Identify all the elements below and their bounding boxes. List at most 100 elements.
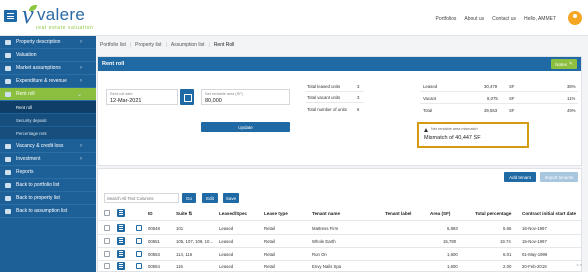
table-cell-start: 20-Feb-2019 xyxy=(522,264,547,269)
investment-icon xyxy=(5,157,11,162)
nav-about-us[interactable]: About us xyxy=(464,16,484,22)
stat-value: 3 xyxy=(357,95,360,100)
table-cell-type: Retail xyxy=(264,239,275,244)
table-cell-area: 1,600 xyxy=(447,264,458,269)
breadcrumb-assumption-list[interactable]: Assumption list xyxy=(171,42,205,48)
column-header-suite[interactable]: Suite ⇅ xyxy=(176,211,192,217)
building-icon xyxy=(5,40,11,45)
net-rentable-area-field[interactable]: Net rentable area (SF) 80,000 xyxy=(201,89,290,105)
breadcrumb-property-list[interactable]: Property list xyxy=(135,42,161,48)
rent-roll-date-field[interactable]: Rent roll date 12-Mar-2021 xyxy=(106,89,178,105)
hamburger-menu-button[interactable] xyxy=(4,10,17,22)
stat-label: Total number of units xyxy=(307,107,347,112)
sidebar-item-vacancy-credit-loss[interactable]: Vacancy & credit loss › xyxy=(0,140,96,153)
arrow-left-icon xyxy=(5,209,11,214)
row-menu-icon[interactable] xyxy=(117,262,125,270)
column-header-lease-type[interactable]: Lease type xyxy=(264,211,288,216)
sidebar-item-expenditure-revenue[interactable]: Expenditure & revenue › xyxy=(0,75,96,88)
column-header-contract-start[interactable]: Contract initial start date xyxy=(522,211,576,216)
sidebar-item-market-assumptions[interactable]: Market assumptions › xyxy=(0,62,96,75)
arrow-left-icon xyxy=(5,196,11,201)
table-cell-tenant: Whole Earth xyxy=(312,239,336,244)
edit-button[interactable]: Edit xyxy=(202,193,218,203)
area-stat-pct: 11% xyxy=(567,96,576,101)
chevron-down-icon: ⌄ xyxy=(76,92,82,98)
sidebar-subitem-security-deposit[interactable]: Security deposit xyxy=(0,114,96,127)
chevron-right-icon: › xyxy=(80,39,82,45)
nav-user-greeting[interactable]: Hello, AMMET xyxy=(524,16,556,22)
table-cell-type: Retail xyxy=(264,226,275,231)
column-header-tenant-label[interactable]: Tenant label xyxy=(385,211,411,216)
area-stat-value: 8,075 xyxy=(487,96,498,101)
table-cell-tenant: Run On xyxy=(312,252,327,257)
column-header-area[interactable]: Area (SF) xyxy=(430,211,450,216)
stat-label: Total vacant units xyxy=(307,95,341,100)
go-button[interactable]: Go xyxy=(182,193,196,203)
table-cell-suite: 101 xyxy=(176,226,184,231)
save-button[interactable]: Save xyxy=(223,193,239,203)
area-stat-unit: SF xyxy=(509,84,515,89)
column-header-tenant-name[interactable]: Tenant name xyxy=(312,211,340,216)
sidebar-item-valuation[interactable]: Valuation xyxy=(0,49,96,62)
sidebar-subitem-rent-roll[interactable]: Rent roll xyxy=(0,101,96,114)
horizontal-scroll-arrows[interactable]: < > xyxy=(577,263,583,267)
search-input[interactable] xyxy=(104,193,179,203)
sidebar-item-property-description[interactable]: Property description › xyxy=(0,36,96,49)
area-stat-unit: SF xyxy=(509,108,515,113)
sidebar-item-back-portfolio[interactable]: Back to portfolio list xyxy=(0,179,96,192)
card-title: Rent roll xyxy=(98,57,581,71)
money-icon xyxy=(5,79,11,84)
row-checkbox[interactable] xyxy=(104,263,110,269)
breadcrumb: Portfolio list | Property list | Assumptio… xyxy=(100,42,235,48)
leaf-icon xyxy=(29,5,37,11)
sidebar-item-back-assumption[interactable]: Back to assumption list xyxy=(0,205,96,218)
valere-logo[interactable]: v valere real estate valuation xyxy=(22,2,132,33)
column-header-total-percentage[interactable]: Total percentage xyxy=(475,211,511,216)
table-cell-suite: 105, 107, 109, 10... xyxy=(176,239,214,244)
table-cell-id: 00554 xyxy=(148,264,160,269)
nav-portfolios[interactable]: Portfolios xyxy=(436,16,457,22)
table-cell-start: 01-May-1999 xyxy=(522,252,548,257)
column-header-id[interactable]: ID xyxy=(148,211,153,216)
stat-value: 3 xyxy=(357,84,360,89)
import-tenants-button[interactable]: Import tenants xyxy=(540,172,578,182)
table-cell-leased: Leased xyxy=(219,239,234,244)
table-cell-id: 00548 xyxy=(148,226,160,231)
calendar-icon[interactable] xyxy=(180,89,194,105)
sidebar-subitem-percentage-rent[interactable]: Percentage rent xyxy=(0,127,96,140)
table-cell-tenant: Envy Nails Spa xyxy=(312,264,342,269)
user-avatar-icon[interactable] xyxy=(568,11,582,25)
row-menu-icon[interactable] xyxy=(117,237,125,245)
table-cell-pct: 19.74 xyxy=(500,239,511,244)
edit-row-icon[interactable] xyxy=(136,251,142,257)
breadcrumb-portfolio-list[interactable]: Portfolio list xyxy=(100,42,126,48)
sidebar-item-back-property[interactable]: Back to property list xyxy=(0,192,96,205)
sidebar-item-investment[interactable]: Investment › xyxy=(0,153,96,166)
edit-row-icon[interactable] xyxy=(136,263,142,269)
table-cell-pct: 6.01 xyxy=(503,252,512,257)
vacancy-icon xyxy=(5,144,11,149)
select-all-checkbox[interactable] xyxy=(104,210,110,216)
row-checkbox[interactable] xyxy=(104,238,110,244)
edit-row-icon[interactable] xyxy=(136,225,142,231)
warning-icon xyxy=(424,128,428,132)
row-checkbox[interactable] xyxy=(104,251,110,257)
logo-tagline: real estate valuation xyxy=(36,25,94,31)
column-menu-icon[interactable] xyxy=(117,209,125,217)
row-menu-icon[interactable] xyxy=(117,250,125,258)
sidebar-item-rent-roll[interactable]: Rent roll ⌄ xyxy=(0,88,96,101)
table-cell-area: 1,600 xyxy=(447,252,458,257)
notes-button[interactable]: Notes ✎ xyxy=(551,59,577,69)
stat-label: Total leased units xyxy=(307,84,341,89)
area-mismatch-warning: Net rentable area mismatch Mismatch of 4… xyxy=(417,122,529,148)
update-button[interactable]: Update xyxy=(201,122,290,132)
add-tenant-button[interactable]: Add tenant xyxy=(504,172,536,182)
edit-row-icon[interactable] xyxy=(136,238,142,244)
column-header-leased-spec[interactable]: Leased/Spec xyxy=(219,211,247,216)
row-menu-icon[interactable] xyxy=(117,224,125,232)
nav-contact-us[interactable]: Contact us xyxy=(492,16,516,22)
row-checkbox[interactable] xyxy=(104,225,110,231)
report-icon xyxy=(5,170,11,175)
sidebar-item-reports[interactable]: Reports xyxy=(0,166,96,179)
table-cell-area: 15,780 xyxy=(443,239,457,244)
